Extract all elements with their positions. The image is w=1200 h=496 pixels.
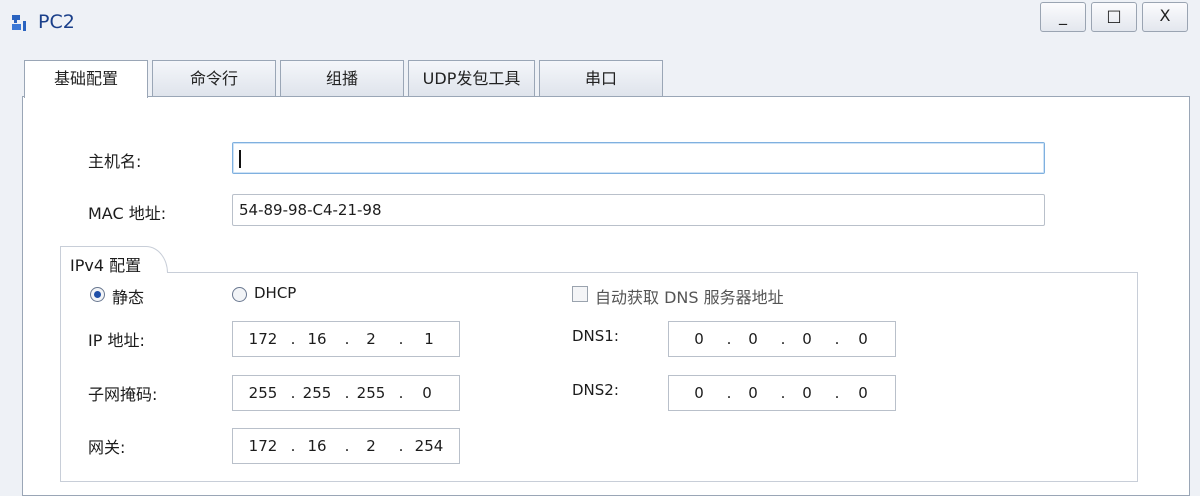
mask-label: 子网掩码: <box>88 385 158 404</box>
close-button[interactable]: X <box>1142 2 1188 32</box>
hostname-label: 主机名: <box>88 152 142 171</box>
ip-dot: . <box>726 384 732 402</box>
mask-octet-4: 0 <box>422 384 432 402</box>
ip-dot: . <box>834 384 840 402</box>
static-label[interactable]: 静态 <box>112 284 144 308</box>
hostname-input[interactable] <box>232 142 1045 174</box>
tab-serial[interactable]: 串口 <box>539 60 663 96</box>
ip-dot: . <box>344 384 350 402</box>
ip-dot: . <box>398 384 404 402</box>
dns2-octet-3: 0 <box>802 384 812 402</box>
maximize-button[interactable]: □ <box>1091 2 1137 32</box>
ip-dot: . <box>780 384 786 402</box>
dns2-octet-1: 0 <box>694 384 704 402</box>
ipv4-group-label: IPv4 配置 <box>70 256 142 275</box>
dns1-input[interactable]: 0 . 0 . 0 . 0 <box>668 321 896 357</box>
auto-dns-label[interactable]: 自动获取 DNS 服务器地址 <box>595 284 784 308</box>
mask-octet-2: 255 <box>302 384 332 402</box>
dns2-input[interactable]: 0 . 0 . 0 . 0 <box>668 375 896 411</box>
ip-dot: . <box>290 437 296 455</box>
ip-octet-3: 2 <box>366 330 376 348</box>
ip-label: IP 地址: <box>88 331 145 350</box>
tab-command-line[interactable]: 命令行 <box>152 60 276 96</box>
ip-dot: . <box>398 330 404 348</box>
ip-octet-1: 172 <box>248 330 278 348</box>
tab-multicast[interactable]: 组播 <box>280 60 404 96</box>
ip-dot: . <box>344 330 350 348</box>
gateway-input[interactable]: 172 . 16 . 2 . 254 <box>232 428 460 464</box>
dns1-octet-3: 0 <box>802 330 812 348</box>
auto-dns-checkbox[interactable] <box>572 286 588 302</box>
dns1-octet-4: 0 <box>858 330 868 348</box>
gw-octet-3: 2 <box>366 437 376 455</box>
pc-icon <box>12 15 26 31</box>
dns1-octet-1: 0 <box>694 330 704 348</box>
ip-dot: . <box>780 330 786 348</box>
ip-dot: . <box>344 437 350 455</box>
gw-octet-4: 254 <box>414 437 444 455</box>
ip-octet-2: 16 <box>307 330 327 348</box>
window-title: PC2 <box>38 11 75 33</box>
mask-octet-1: 255 <box>248 384 278 402</box>
dhcp-radio[interactable] <box>232 287 247 302</box>
text-caret <box>239 149 241 168</box>
ip-dot: . <box>398 437 404 455</box>
subnet-mask-input[interactable]: 255 . 255 . 255 . 0 <box>232 375 460 411</box>
gw-octet-2: 16 <box>307 437 327 455</box>
gw-octet-1: 172 <box>248 437 278 455</box>
dns2-label: DNS2: <box>572 381 619 399</box>
dns2-octet-4: 0 <box>858 384 868 402</box>
dns2-octet-2: 0 <box>748 384 758 402</box>
ip-dot: . <box>290 384 296 402</box>
minimize-button[interactable]: _ <box>1040 2 1086 32</box>
title-bar: PC2 _ □ X <box>0 0 1200 44</box>
mac-label: MAC 地址: <box>88 204 167 223</box>
ip-dot: . <box>726 330 732 348</box>
gateway-label: 网关: <box>88 438 126 457</box>
mask-octet-3: 255 <box>356 384 386 402</box>
tab-basic-config[interactable]: 基础配置 <box>24 60 148 98</box>
tab-udp-tool[interactable]: UDP发包工具 <box>408 60 535 96</box>
mac-value: 54-89-98-C4-21-98 <box>239 201 382 219</box>
static-radio[interactable] <box>90 287 105 302</box>
ip-dot: . <box>834 330 840 348</box>
dns1-label: DNS1: <box>572 327 619 345</box>
ip-address-input[interactable]: 172 . 16 . 2 . 1 <box>232 321 460 357</box>
mac-field: 54-89-98-C4-21-98 <box>232 194 1045 226</box>
ip-octet-4: 1 <box>424 330 434 348</box>
dhcp-label[interactable]: DHCP <box>254 284 296 302</box>
dns1-octet-2: 0 <box>748 330 758 348</box>
ip-dot: . <box>290 330 296 348</box>
